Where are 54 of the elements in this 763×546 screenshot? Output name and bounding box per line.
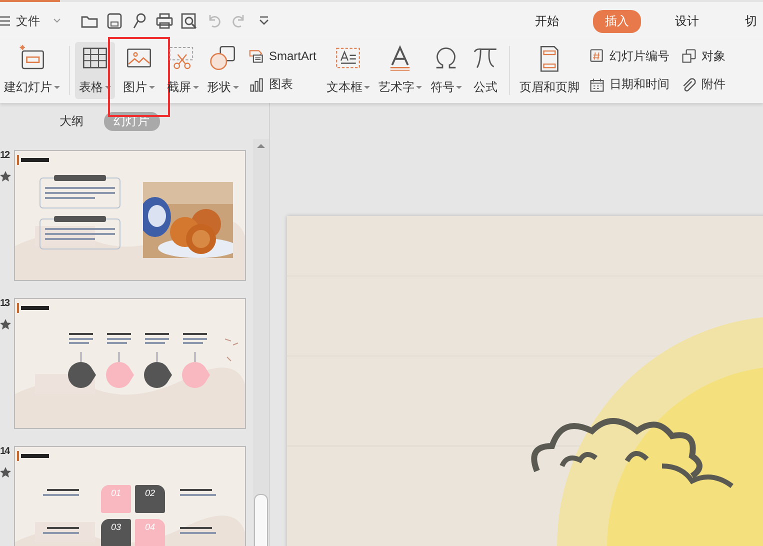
ribbon-button[interactable]: SmartArt: [247, 47, 318, 65]
ribbon-button[interactable]: 文本框: [322, 42, 374, 99]
shapes-icon: [208, 44, 238, 72]
ribbon-button[interactable]: 日期和时间: [587, 75, 672, 94]
star-icon: [0, 467, 11, 478]
number-tile: 02: [135, 485, 165, 513]
ribbon-button[interactable]: 艺术字: [374, 42, 426, 99]
bar-chart-icon: [249, 76, 265, 92]
caret-icon: [456, 86, 462, 89]
ribbon-tab[interactable]: 开始: [523, 10, 571, 32]
star-icon: [0, 171, 11, 182]
paperclip-icon: [681, 76, 698, 93]
calendar-icon: [589, 76, 606, 93]
caret-icon: [233, 86, 239, 89]
ribbon-button[interactable]: 符号: [426, 42, 466, 99]
save-icon[interactable]: [105, 12, 123, 30]
scrollbar[interactable]: [253, 139, 269, 546]
caret-icon: [54, 86, 60, 89]
caret-icon: [105, 86, 111, 89]
slide-number: 12: [0, 150, 10, 161]
ribbon-button[interactable]: 公式: [466, 42, 504, 99]
ribbon-tab[interactable]: 设计: [663, 10, 711, 32]
ribbon-button[interactable]: 对象: [679, 46, 728, 66]
ribbon-button[interactable]: 建幻灯片: [0, 42, 64, 99]
file-menu[interactable]: 文件: [0, 12, 68, 30]
slide-number: 13: [0, 298, 10, 309]
ribbon-button[interactable]: 表格: [75, 42, 115, 99]
ribbon-button[interactable]: 形状: [203, 42, 243, 99]
slide-thumbnail[interactable]: 01 02 03 04: [14, 446, 246, 546]
number-tile: 03: [101, 519, 131, 546]
ribbon-tab[interactable]: 切: [733, 10, 763, 32]
number-tile: 01: [101, 485, 131, 513]
caret-icon: [149, 86, 155, 89]
scroll-up-icon[interactable]: [257, 143, 265, 148]
star-icon: [0, 319, 11, 330]
caret-icon: [193, 86, 199, 89]
new-slide-icon: [17, 44, 47, 72]
object-icon: [681, 48, 698, 64]
smartart-icon: [249, 48, 265, 64]
ribbon-button[interactable]: 图片: [115, 42, 163, 99]
slide-number: 14: [0, 446, 10, 457]
hash-icon: [589, 48, 606, 64]
ribbon-button[interactable]: 幻灯片编号: [587, 46, 672, 66]
number-tile: 04: [135, 519, 165, 546]
ribbon-button[interactable]: 页眉和页脚: [515, 42, 584, 99]
menu-icon: [0, 16, 10, 26]
ribbon-button[interactable]: 图表: [247, 75, 318, 94]
ribbon-button[interactable]: 附件: [679, 75, 728, 94]
panel-tab[interactable]: 大纲: [50, 112, 94, 130]
caret-icon: [416, 86, 422, 89]
scroll-thumb[interactable]: [254, 494, 268, 546]
caret-icon: [364, 86, 370, 89]
print-icon[interactable]: [155, 12, 173, 30]
preview-icon[interactable]: [180, 12, 198, 30]
